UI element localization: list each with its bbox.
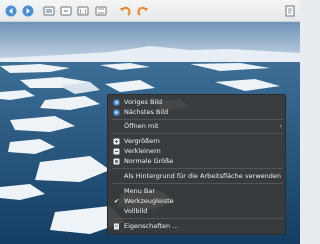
menu-separator [112,168,283,169]
menu-item-menu-bar[interactable]: Menu Bar [108,187,287,196]
menu-item-label: Öffnen mit [124,122,159,131]
rotate-left-button[interactable] [118,4,132,18]
menu-item-label: Als Hintergrund für die Arbeitsfläche ve… [124,172,282,181]
arrow-left-icon [113,99,120,106]
menu-item-label: Vergrößern [124,137,160,146]
toolbar: 1:1 [0,0,300,22]
properties-icon [113,223,120,230]
zoom-in-icon [43,6,55,16]
menu-separator [112,218,283,219]
menu-separator [112,119,283,120]
previous-image-button[interactable] [4,4,18,18]
arrow-right-icon [113,109,120,116]
zoom-in-icon [113,138,120,145]
zoom-out-icon [113,148,120,155]
properties-button[interactable] [283,4,297,18]
rotate-right-icon [136,6,148,16]
fit-window-icon [95,6,107,16]
menu-item-label: Verkleinern [124,147,161,156]
menu-item-label: Nächstes Bild [124,108,169,117]
menu-item-previous-image[interactable]: Voriges Bild [108,98,287,107]
menu-separator [112,183,283,184]
menu-item-label: Eigenschaften ... [124,222,179,231]
arrow-right-icon [22,5,34,17]
svg-text:1:1: 1:1 [79,9,87,15]
menu-item-properties[interactable]: Eigenschaften ... [108,222,287,231]
zoom-out-icon [60,6,72,16]
menu-item-set-as-background[interactable]: Als Hintergrund für die Arbeitsfläche ve… [108,172,287,181]
menu-item-open-with[interactable]: Öffnen mit › [108,122,287,131]
arrow-left-icon [5,5,17,17]
menu-item-normal-size[interactable]: Normale Größe [108,157,287,166]
submenu-arrow-icon: › [279,122,282,130]
properties-icon [285,5,295,17]
menu-item-label: Menu Bar [124,187,156,196]
context-menu: Voriges Bild Nächstes Bild Öffnen mit › … [107,94,286,235]
menu-item-label: Vollbild [124,207,148,216]
menu-item-toolbar[interactable]: ✔ Werkzeugleiste [108,197,287,206]
next-image-button[interactable] [21,4,35,18]
menu-item-next-image[interactable]: Nächstes Bild [108,108,287,117]
menu-item-fullscreen[interactable]: Vollbild [108,207,287,216]
original-size-button[interactable]: 1:1 [76,4,90,18]
original-size-icon [113,158,120,165]
zoom-in-button[interactable] [42,4,56,18]
checkmark-icon: ✔ [113,197,120,205]
rotate-left-icon [119,6,131,16]
fit-window-button[interactable] [94,4,108,18]
menu-item-label: Voriges Bild [124,98,163,107]
menu-item-zoom-out[interactable]: Verkleinern [108,147,287,156]
original-size-icon: 1:1 [77,6,89,16]
rotate-right-button[interactable] [135,4,149,18]
menu-item-label: Normale Größe [124,157,174,166]
menu-separator [112,133,283,134]
menu-item-zoom-in[interactable]: Vergrößern [108,137,287,146]
zoom-out-button[interactable] [59,4,73,18]
menu-item-label: Werkzeugleiste [124,197,174,206]
